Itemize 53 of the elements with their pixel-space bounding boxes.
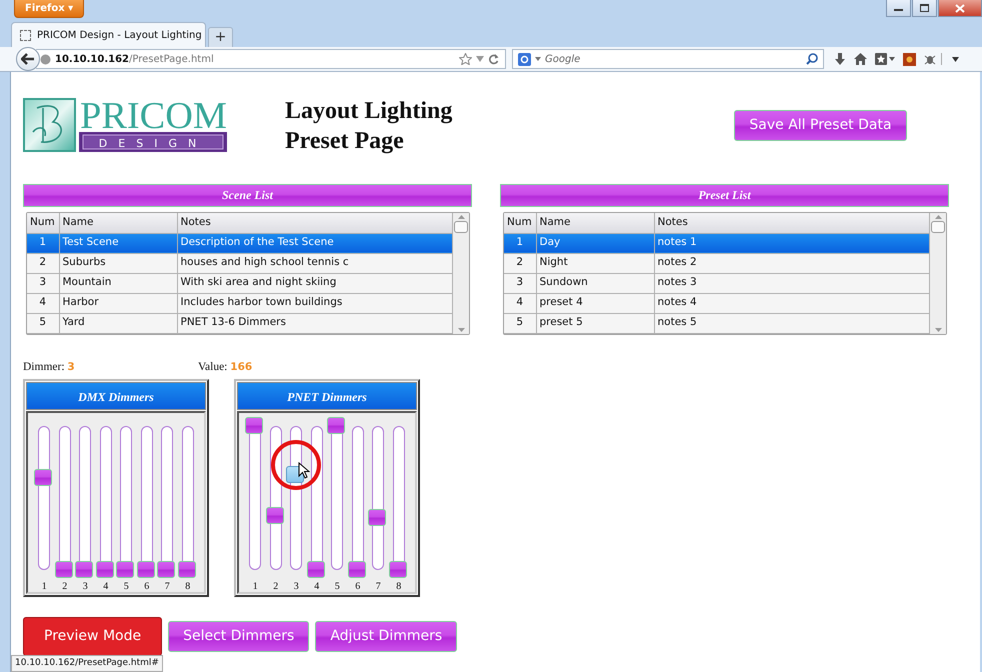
mode-button[interactable]: Select Dimmers bbox=[168, 620, 310, 652]
url-text: 10.10.10.162/PresetPage.html bbox=[55, 52, 214, 66]
slider-label: 1 bbox=[252, 580, 258, 594]
tab-title: PRICOM Design - Layout Lighting bbox=[37, 28, 202, 42]
panel-header: PNET Dimmers bbox=[237, 382, 417, 410]
table-row[interactable]: 3 Sundown notes 3 bbox=[504, 273, 930, 293]
slider-label: 3 bbox=[294, 580, 299, 594]
slider-label: 5 bbox=[334, 580, 340, 594]
page-title: Layout Lighting bbox=[285, 97, 452, 126]
status-url: 10.10.10.162/PresetPage.html# bbox=[11, 654, 163, 672]
column-header[interactable]: Name bbox=[59, 213, 177, 233]
mode-button[interactable]: Adjust Dimmers bbox=[315, 620, 458, 652]
table-row[interactable]: 4 preset 4 notes 4 bbox=[504, 293, 930, 313]
list-header: Preset List bbox=[500, 184, 949, 207]
readout-value: 166 bbox=[230, 360, 252, 372]
table-row[interactable]: 5 preset 5 notes 5 bbox=[504, 313, 930, 333]
table-row[interactable]: 2 Suburbs houses and high school tennis c bbox=[27, 253, 452, 273]
slider-label: 4 bbox=[103, 580, 108, 594]
slider-label: 6 bbox=[144, 580, 150, 594]
search-field[interactable]: Google bbox=[512, 49, 824, 69]
readout-label: Value: bbox=[198, 360, 228, 372]
column-header[interactable]: Notes bbox=[177, 213, 452, 233]
readout-label: Dimmer: bbox=[23, 360, 65, 372]
table-row[interactable]: 4 Harbor Includes harbor town buildings bbox=[27, 293, 452, 313]
page-title: Preset Page bbox=[285, 127, 405, 156]
slider-label: 3 bbox=[82, 580, 88, 594]
table-row[interactable]: 5 Yard PNET 13-6 Dimmers bbox=[27, 313, 452, 333]
mode-button[interactable]: Preview Mode bbox=[23, 616, 162, 656]
save-all-button[interactable]: Save All Preset Data bbox=[734, 110, 907, 141]
browser-tab[interactable]: PRICOM Design - Layout Lighting bbox=[11, 22, 206, 47]
table-row[interactable]: 3 Mountain With ski area and night skiing bbox=[27, 273, 452, 293]
slider-label: 2 bbox=[273, 580, 278, 594]
readout-value: 3 bbox=[67, 360, 75, 372]
column-header[interactable]: Notes bbox=[654, 213, 930, 233]
address-field[interactable]: 10.10.10.162/PresetPage.html bbox=[36, 49, 506, 69]
slider-label: 7 bbox=[376, 580, 381, 594]
slider-label: 4 bbox=[314, 580, 320, 594]
table-row[interactable]: 2 Night notes 2 bbox=[504, 253, 930, 273]
search-placeholder: Google bbox=[545, 52, 582, 66]
slider-label: 6 bbox=[355, 580, 360, 594]
slider-label: 8 bbox=[185, 580, 190, 594]
slider-label: 8 bbox=[396, 580, 402, 594]
slider-label: 7 bbox=[164, 580, 170, 594]
column-header[interactable]: Num bbox=[504, 213, 536, 233]
slider-label: 1 bbox=[42, 580, 47, 594]
slider-label: 2 bbox=[62, 580, 68, 594]
new-tab-button[interactable]: + bbox=[208, 27, 233, 47]
list-header: Scene List bbox=[23, 184, 472, 207]
pricom-logo: PRICOM DESIGN bbox=[23, 96, 228, 154]
column-header[interactable]: Num bbox=[27, 213, 59, 233]
column-header[interactable]: Name bbox=[536, 213, 654, 233]
slider-label: 5 bbox=[124, 580, 129, 594]
panel-header: DMX Dimmers bbox=[26, 382, 206, 410]
